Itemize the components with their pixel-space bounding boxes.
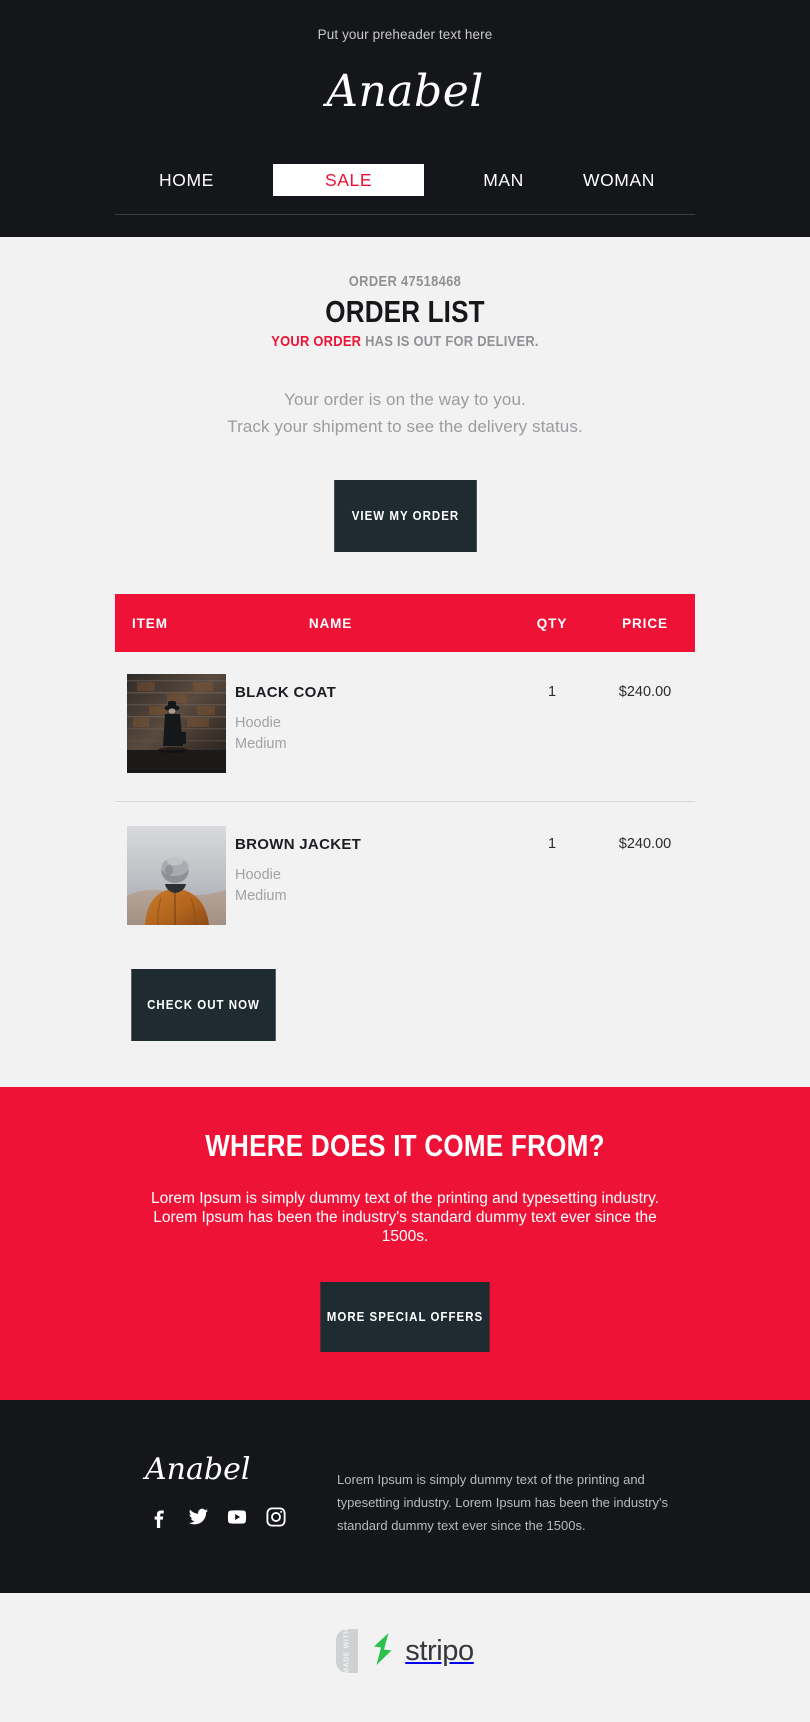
- view-my-order-button[interactable]: VIEW MY ORDER: [333, 480, 477, 552]
- product-image-cell: [115, 826, 230, 925]
- order-table: ITEM NAME QTY PRICE BLACK COAT Hoodie Me…: [115, 594, 695, 929]
- column-header-price: PRICE: [622, 615, 668, 631]
- table-header-row: ITEM NAME QTY PRICE: [115, 594, 695, 652]
- twitter-icon[interactable]: [187, 1506, 209, 1528]
- order-number: ORDER 47518468: [348, 273, 462, 290]
- order-status-accent: YOUR ORDER: [271, 333, 362, 350]
- order-intro-line-2: Track your shipment to see the delivery …: [227, 417, 583, 436]
- brand-logo: Anabel: [326, 66, 484, 117]
- check-out-now-button[interactable]: CHECK OUT NOW: [131, 969, 276, 1041]
- nav-item-sale[interactable]: SALE: [272, 164, 425, 196]
- stripo-logo-icon: [368, 1632, 398, 1671]
- column-header-item: ITEM: [132, 615, 168, 631]
- stripo-wordmark: stripo: [405, 1635, 474, 1667]
- stripo-badge[interactable]: MADE WITH stripo: [336, 1629, 474, 1673]
- promo-text: Lorem Ipsum is simply dummy text of the …: [151, 1190, 659, 1245]
- facebook-icon[interactable]: [148, 1506, 170, 1528]
- preheader-text: Put your preheader text here: [317, 27, 493, 42]
- nav-item-home[interactable]: HOME: [159, 169, 214, 191]
- made-with-tag: MADE WITH: [336, 1629, 359, 1673]
- table-row: BROWN JACKET Hoodie Medium 1 $240.00: [115, 801, 695, 929]
- youtube-icon[interactable]: [226, 1506, 248, 1528]
- column-header-qty: QTY: [536, 615, 568, 631]
- order-section: ORDER 47518468 ORDER LIST YOUR ORDER HAS…: [0, 237, 810, 1087]
- email-footer: Anabel Lorem Ipsum is simply dummy text …: [0, 1400, 810, 1593]
- nav-item-woman[interactable]: WOMAN: [583, 169, 655, 191]
- checkout-button-wrap: CHECK OUT NOW: [115, 969, 695, 1087]
- brand-logo-wrap: Anabel: [0, 44, 810, 164]
- footer-brand-logo: Anabel: [145, 1452, 251, 1487]
- order-status-rest: HAS IS OUT FOR DELIVER.: [365, 333, 539, 350]
- email-page: Put your preheader text here Anabel HOME…: [0, 0, 810, 1722]
- product-qty: 1: [547, 684, 557, 700]
- view-order-button-wrap: VIEW MY ORDER: [115, 480, 695, 552]
- instagram-icon[interactable]: [265, 1506, 287, 1528]
- footer-text-block: Lorem Ipsum is simply dummy text of the …: [325, 1452, 683, 1537]
- nav-item-man[interactable]: MAN: [483, 169, 524, 191]
- product-thumbnail-black-coat: [127, 674, 226, 773]
- promo-button-wrap: MORE SPECIAL OFFERS: [115, 1282, 695, 1352]
- order-intro: Your order is on the way to you. Track y…: [115, 386, 695, 440]
- product-price: $240.00: [618, 684, 672, 700]
- product-price: $240.00: [618, 836, 672, 852]
- made-with-label: MADE WITH: [343, 1629, 351, 1673]
- promo-title: WHERE DOES IT COME FROM?: [205, 1128, 605, 1163]
- table-row: BLACK COAT Hoodie Medium 1 $240.00: [115, 652, 695, 777]
- product-qty: 1: [547, 836, 557, 852]
- footer-description: Lorem Ipsum is simply dummy text of the …: [337, 1472, 669, 1533]
- promo-section: WHERE DOES IT COME FROM? Lorem Ipsum is …: [0, 1087, 810, 1400]
- footer-brand-block: Anabel: [127, 1452, 325, 1537]
- page-title: ORDER LIST: [325, 294, 485, 329]
- stripo-bar: MADE WITH stripo: [0, 1593, 810, 1722]
- social-links: [145, 1506, 325, 1528]
- order-status: YOUR ORDER HAS IS OUT FOR DELIVER.: [156, 333, 655, 350]
- column-header-name: NAME: [308, 615, 353, 631]
- product-thumbnail-brown-jacket: [127, 826, 226, 925]
- product-image-cell: [115, 674, 230, 773]
- more-special-offers-button[interactable]: MORE SPECIAL OFFERS: [320, 1282, 490, 1352]
- navigation-bar: HOME SALE MAN WOMAN: [0, 164, 810, 237]
- email-header: Put your preheader text here Anabel HOME…: [0, 0, 810, 237]
- order-intro-line-1: Your order is on the way to you.: [284, 390, 526, 409]
